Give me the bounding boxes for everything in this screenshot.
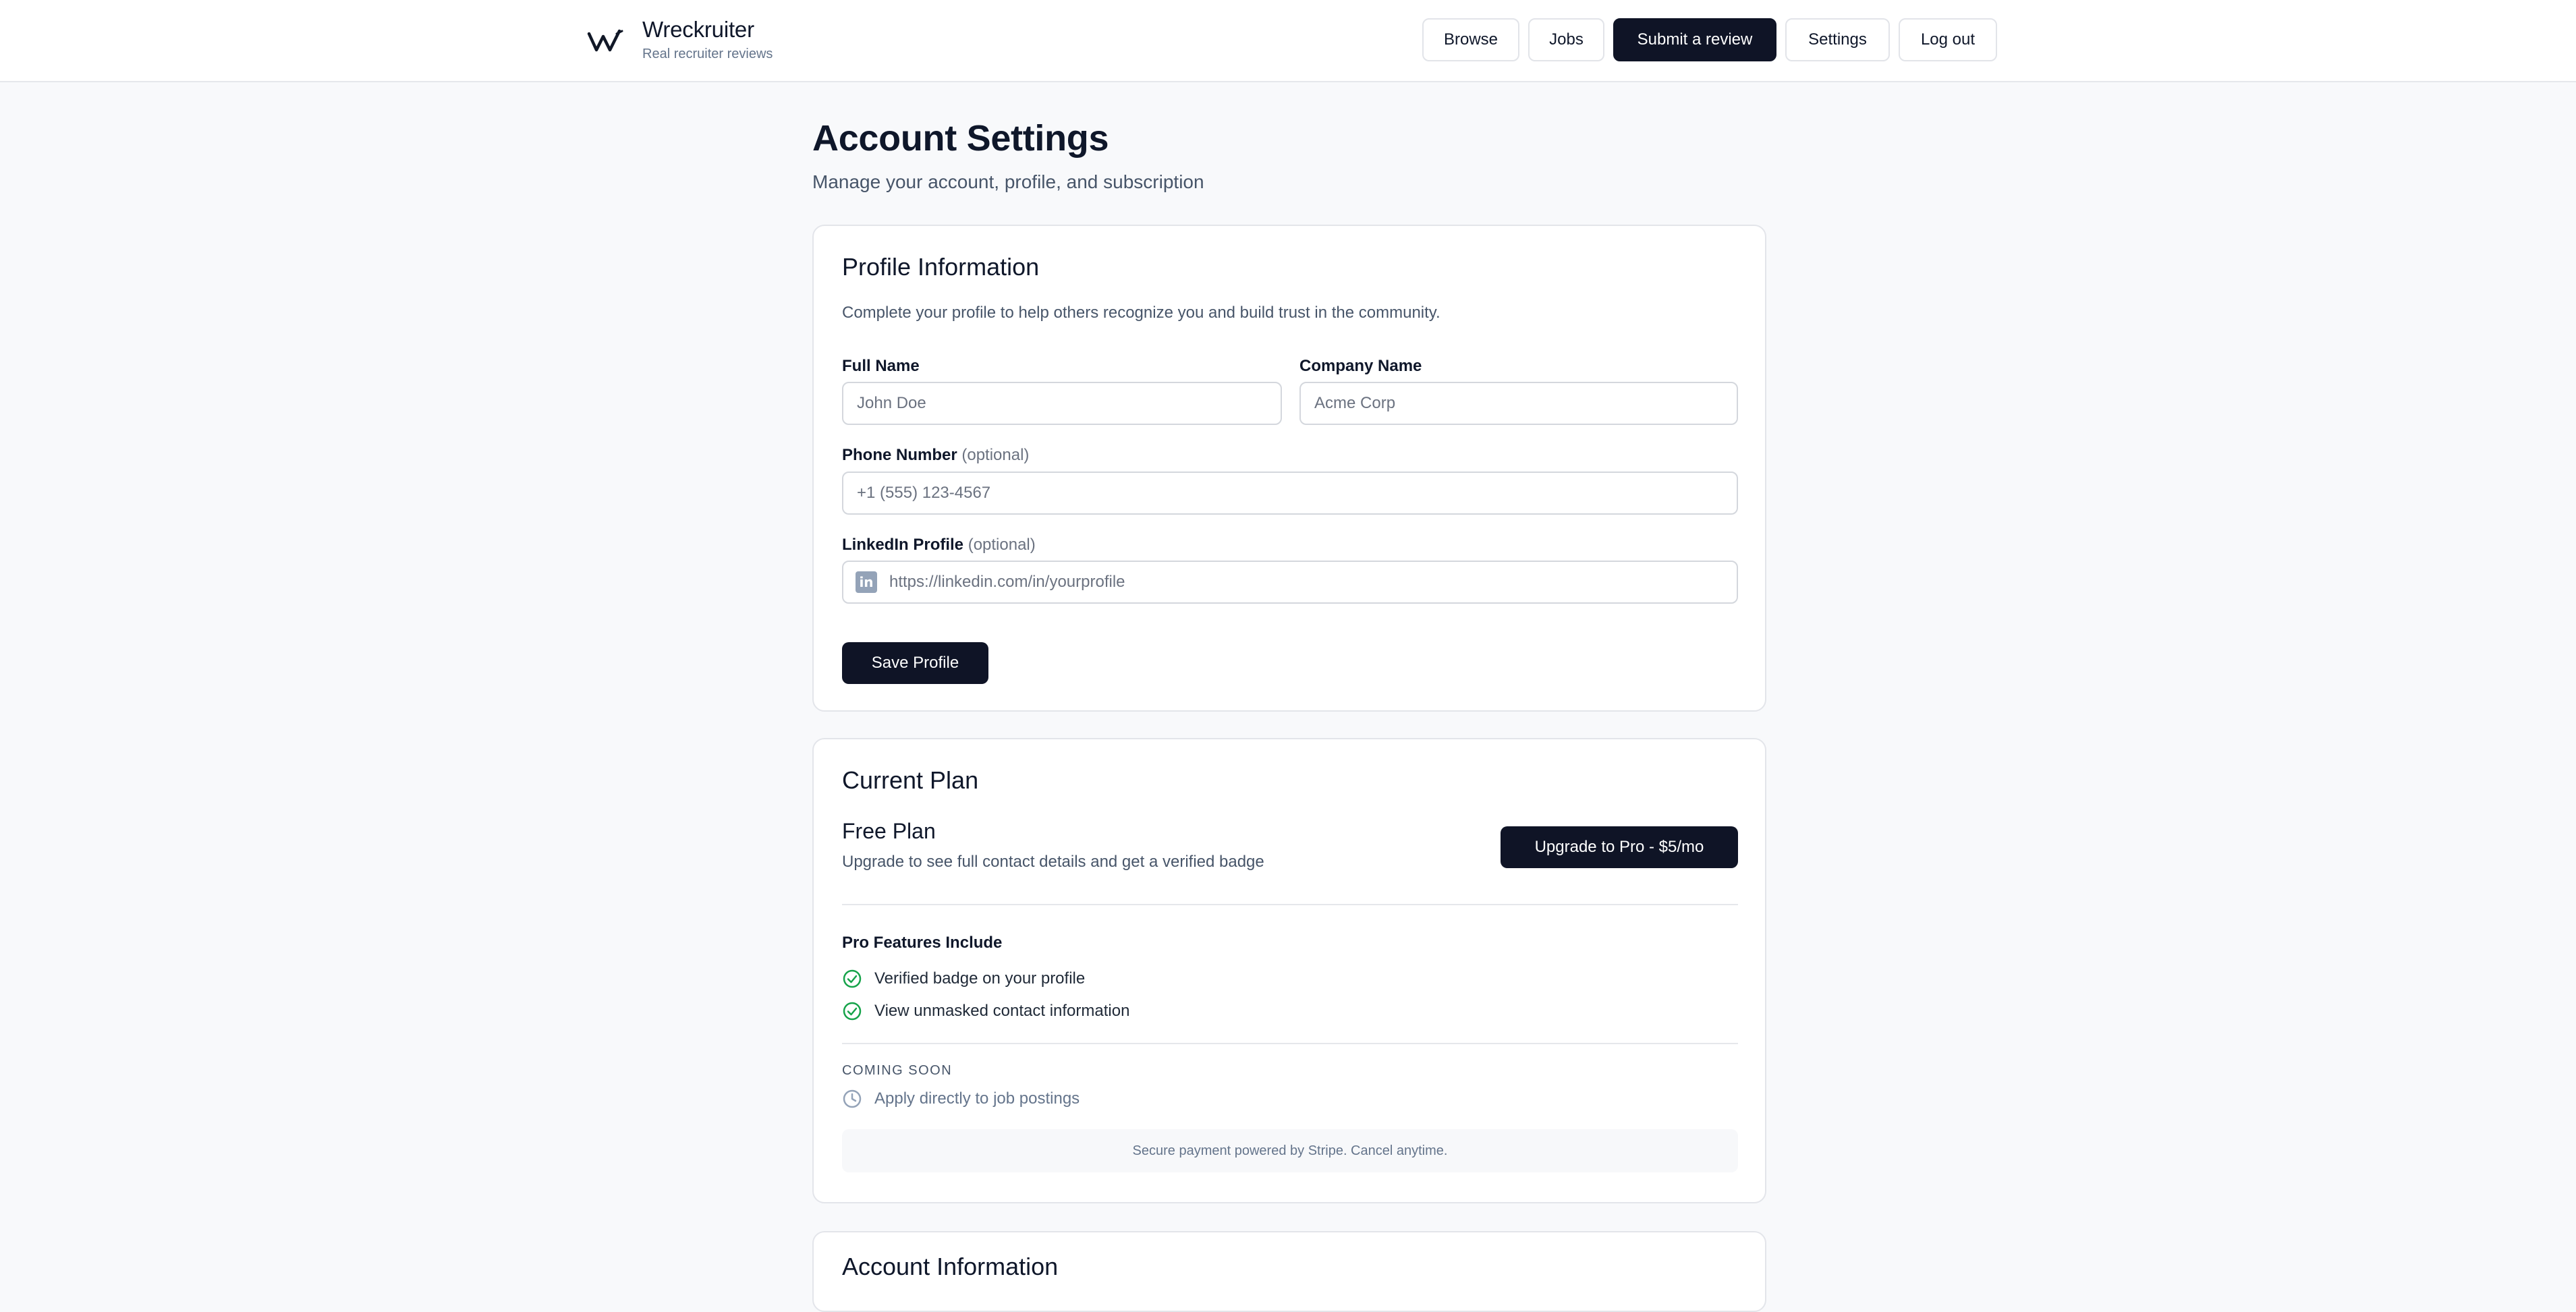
- linkedin-label-text: LinkedIn Profile: [842, 536, 964, 554]
- logout-button[interactable]: Log out: [1899, 18, 1997, 61]
- profile-card-title: Profile Information: [842, 253, 1040, 281]
- nav-browse-button[interactable]: Browse: [1422, 18, 1519, 61]
- linkedin-label: LinkedIn Profile (optional): [842, 536, 1036, 554]
- phone-optional-hint: (optional): [961, 446, 1030, 464]
- brand-text: Wreckruiter Real recruiter reviews: [642, 16, 773, 63]
- w-logo-icon: [587, 29, 623, 52]
- coming-soon-divider: [842, 1043, 1738, 1044]
- feature-item: Verified badge on your profile: [842, 969, 1085, 989]
- page-title: Account Settings: [812, 118, 1109, 159]
- coming-soon-text: Apply directly to job postings: [874, 1089, 1080, 1108]
- linkedin-optional-hint: (optional): [968, 536, 1036, 554]
- company-name-label: Company Name: [1299, 357, 1422, 375]
- feature-text: View unmasked contact information: [874, 1002, 1130, 1020]
- nav-jobs-button[interactable]: Jobs: [1528, 18, 1604, 61]
- feature-item: View unmasked contact information: [842, 1001, 1129, 1021]
- plan-card-title: Current Plan: [842, 766, 979, 794]
- profile-card: Profile Information Complete your profil…: [812, 225, 1766, 712]
- full-name-label: Full Name: [842, 357, 920, 375]
- full-name-input[interactable]: [842, 382, 1282, 425]
- linkedin-input[interactable]: [842, 561, 1738, 604]
- check-circle-icon: [843, 1002, 862, 1021]
- top-navigation-bar: Wreckruiter Real recruiter reviews Brows…: [0, 0, 2576, 82]
- plan-divider: [842, 904, 1738, 905]
- linkedin-icon: in: [856, 571, 877, 593]
- clock-icon: [843, 1089, 862, 1108]
- feature-text: Verified badge on your profile: [874, 969, 1086, 988]
- phone-label-text: Phone Number: [842, 446, 957, 464]
- upgrade-to-pro-button[interactable]: Upgrade to Pro - $5/mo: [1501, 826, 1738, 868]
- plan-description: Upgrade to see full contact details and …: [842, 853, 1264, 871]
- coming-soon-label: COMING SOON: [842, 1063, 953, 1078]
- payment-note: Secure payment powered by Stripe. Cancel…: [842, 1129, 1738, 1172]
- nav-settings-button[interactable]: Settings: [1785, 18, 1890, 61]
- phone-label: Phone Number (optional): [842, 446, 1029, 465]
- profile-card-description: Complete your profile to help others rec…: [842, 304, 1440, 322]
- account-information-card: Account Information: [812, 1231, 1766, 1312]
- submit-review-button[interactable]: Submit a review: [1613, 18, 1776, 61]
- brand-name: Wreckruiter: [642, 17, 754, 42]
- brand[interactable]: Wreckruiter Real recruiter reviews: [587, 16, 773, 63]
- pro-features-title: Pro Features Include: [842, 934, 1003, 952]
- current-plan-card: Current Plan Free Plan Upgrade to see fu…: [812, 738, 1766, 1203]
- coming-soon-item: Apply directly to job postings: [842, 1089, 1080, 1109]
- account-card-title: Account Information: [842, 1253, 1059, 1280]
- page-subtitle: Manage your account, profile, and subscr…: [812, 171, 1204, 192]
- phone-input[interactable]: [842, 472, 1738, 515]
- company-name-input[interactable]: [1299, 382, 1738, 425]
- check-circle-icon: [843, 969, 862, 988]
- save-profile-button[interactable]: Save Profile: [842, 642, 988, 684]
- plan-name: Free Plan: [842, 819, 936, 843]
- brand-tagline: Real recruiter reviews: [642, 47, 773, 61]
